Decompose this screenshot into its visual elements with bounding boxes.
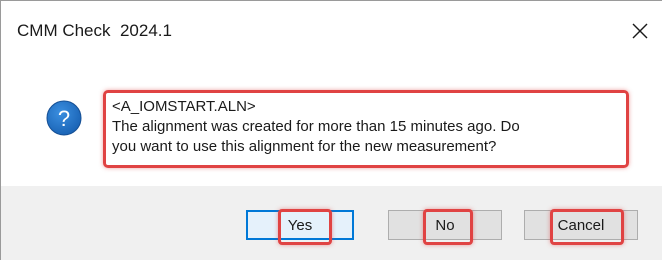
title-bar[interactable]: CMM Check 2024.1 (1, 1, 662, 63)
close-icon (632, 23, 648, 39)
dialog-window: CMM Check 2024.1 ? <A_IOMSTART.ALN> The … (0, 0, 662, 260)
close-button[interactable] (620, 11, 660, 51)
message-text: <A_IOMSTART.ALN> The alignment was creat… (112, 97, 622, 157)
window-title: CMM Check 2024.1 (17, 21, 172, 40)
svg-text:?: ? (58, 106, 70, 131)
question-icon: ? (46, 100, 82, 136)
message-line-3: you want to use this alignment for the n… (112, 138, 497, 155)
yes-button-label: Yes (287, 216, 313, 234)
cancel-button[interactable]: Cancel (524, 210, 638, 240)
message-line-2: The alignment was created for more than … (112, 118, 520, 135)
message-line-filename: <A_IOMSTART.ALN> (112, 98, 256, 115)
cancel-button-label: Cancel (557, 216, 605, 234)
yes-button[interactable]: Yes (246, 210, 354, 240)
no-button-label: No (435, 216, 455, 234)
no-button[interactable]: No (388, 210, 502, 240)
